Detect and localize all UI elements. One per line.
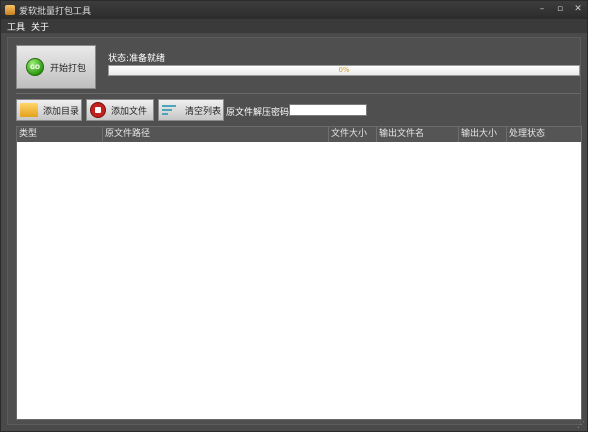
start-pack-label: 开始打包 [49, 63, 86, 74]
add-file-icon [90, 102, 106, 118]
column-header-output-name[interactable]: 输出文件名 [377, 127, 459, 142]
clear-list-icon [162, 104, 180, 116]
add-directory-label: 添加目录 [43, 106, 80, 117]
progress-label: 0% [338, 66, 350, 74]
status-text: 状态:准备就绪 [108, 54, 166, 64]
column-header-source-path[interactable]: 原文件路径 [103, 127, 329, 142]
header-scroll-corner [567, 127, 581, 142]
folder-icon [20, 103, 38, 117]
maximize-icon[interactable]: ▫ [555, 3, 565, 15]
close-icon[interactable]: ✕ [573, 3, 583, 15]
progress-bar: 0% [108, 65, 580, 76]
column-header-type[interactable]: 类型 [17, 127, 103, 142]
clear-list-button[interactable]: 清空列表 [158, 99, 224, 121]
main-panel: GO 开始打包 状态:准备就绪 0% 添加目录 添加文件 清空列表 原文件解压密… [7, 37, 582, 425]
minimize-icon[interactable]: – [537, 3, 547, 15]
app-icon [5, 5, 15, 15]
menu-bar: 工具 关于 [1, 19, 587, 33]
menu-tools[interactable]: 工具 [7, 20, 25, 33]
add-file-button[interactable]: 添加文件 [86, 99, 154, 121]
app-window: 爱软批量打包工具 – ▫ ✕ 工具 关于 GO 开始打包 状态:准备就绪 0% … [0, 0, 588, 432]
separator [16, 93, 580, 94]
column-header-file-size[interactable]: 文件大小 [329, 127, 377, 142]
menu-about[interactable]: 关于 [31, 20, 49, 33]
go-icon: GO [25, 58, 44, 76]
file-table[interactable]: 类型 原文件路径 文件大小 输出文件名 输出大小 处理状态 [16, 126, 582, 420]
column-header-status[interactable]: 处理状态 [507, 127, 569, 142]
table-header: 类型 原文件路径 文件大小 输出文件名 输出大小 处理状态 [17, 127, 581, 142]
window-title: 爱软批量打包工具 [19, 6, 92, 17]
title-bar[interactable]: 爱软批量打包工具 – ▫ ✕ [1, 1, 587, 19]
resize-grip-icon[interactable]: ⋰ [577, 420, 585, 429]
add-directory-button[interactable]: 添加目录 [16, 99, 82, 121]
add-file-label: 添加文件 [111, 106, 148, 117]
password-label: 原文件解压密码 [226, 108, 290, 118]
column-header-output-size[interactable]: 输出大小 [459, 127, 507, 142]
start-pack-button[interactable]: GO 开始打包 [16, 45, 96, 89]
clear-list-label: 清空列表 [185, 106, 222, 117]
password-input[interactable] [289, 104, 367, 116]
